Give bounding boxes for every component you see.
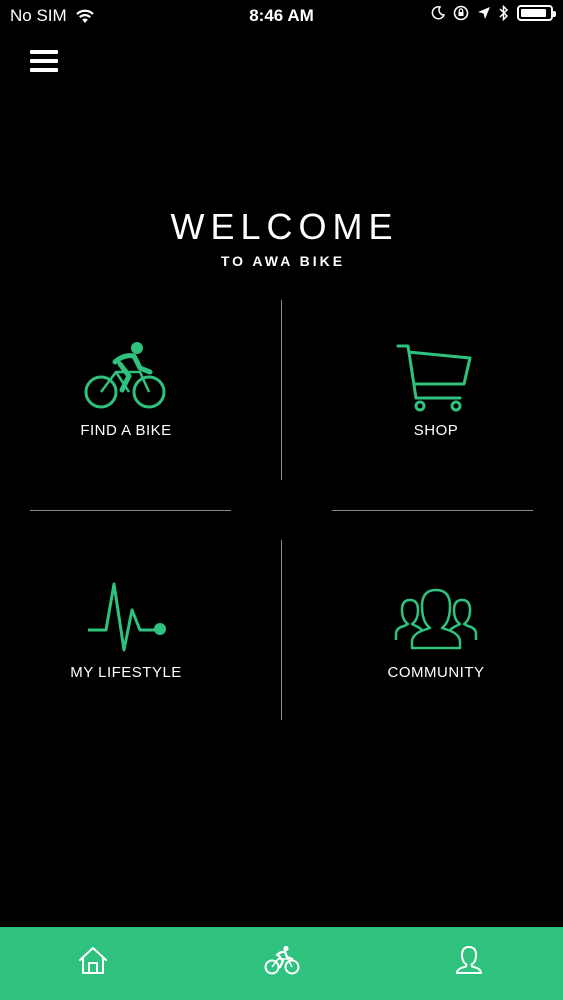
tile-label-community: COMMUNITY: [387, 664, 485, 681]
status-bar: No SIM 8:46 AM: [0, 0, 563, 32]
divider-vertical-bottom: [281, 540, 282, 720]
tab-profile[interactable]: [455, 945, 483, 980]
tile-find-a-bike[interactable]: FIND A BIKE: [56, 340, 196, 439]
tile-shop[interactable]: SHOP: [366, 340, 506, 439]
battery-icon: [517, 5, 556, 21]
menu-bar-top: [30, 50, 58, 54]
tab-bar: [0, 927, 563, 1000]
divider-horizontal-right: [332, 510, 533, 511]
divider-horizontal-left: [30, 510, 231, 511]
menu-bar-middle: [30, 59, 58, 63]
user-profile-icon: [456, 946, 482, 974]
battery-fill: [521, 9, 546, 17]
bicycle-rider-icon: [264, 945, 300, 975]
tile-label-my-lifestyle: MY LIFESTYLE: [70, 664, 182, 681]
divider-vertical-top: [281, 300, 282, 480]
tab-bike[interactable]: [264, 945, 300, 980]
tile-my-lifestyle[interactable]: MY LIFESTYLE: [56, 582, 196, 681]
community-people-icon: [394, 588, 478, 650]
home-icon: [79, 947, 107, 974]
bicycle-rider-icon: [84, 342, 166, 409]
location-arrow-icon: [478, 7, 490, 19]
orientation-lock-icon: [453, 5, 469, 21]
moon-icon: [431, 6, 445, 20]
hamburger-menu-icon[interactable]: [30, 50, 58, 74]
status-right: [431, 5, 556, 21]
bluetooth-icon: [499, 5, 509, 21]
shopping-cart-icon: [396, 344, 472, 412]
tile-community[interactable]: COMMUNITY: [366, 582, 506, 681]
heartbeat-icon: [88, 582, 166, 652]
tile-label-find-a-bike: FIND A BIKE: [80, 422, 172, 439]
tab-home[interactable]: [78, 945, 108, 980]
welcome-title: WELCOME: [170, 206, 399, 247]
menu-bar-bottom: [30, 68, 58, 72]
tile-label-shop: SHOP: [413, 422, 459, 439]
welcome-subtitle: TO AWA BIKE: [220, 253, 346, 269]
